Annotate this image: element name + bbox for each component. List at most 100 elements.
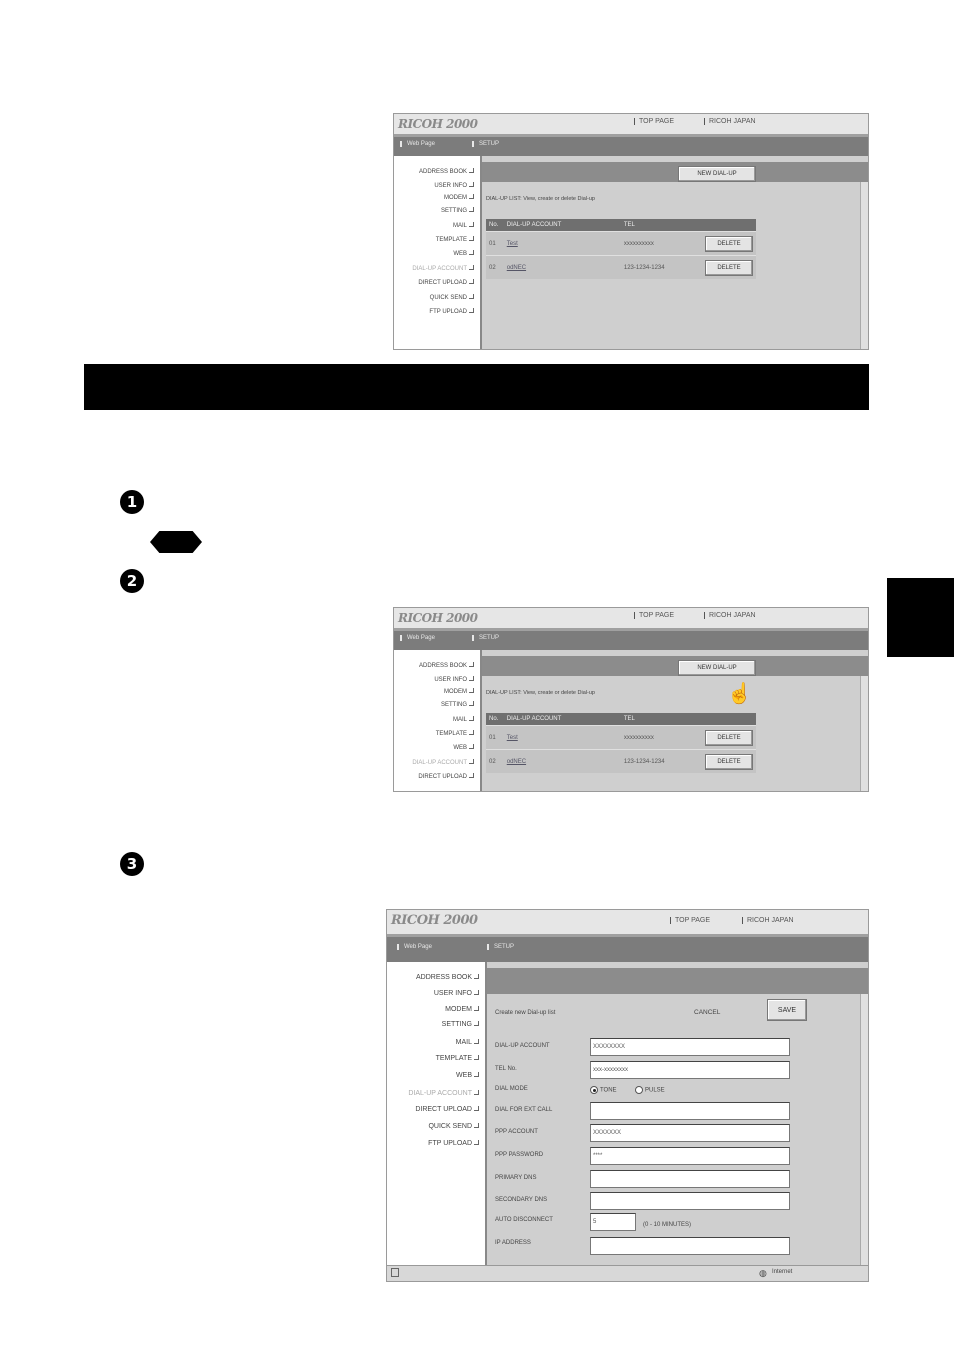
nav-setting[interactable]: SETTING (441, 207, 474, 214)
chapter-tab (887, 578, 954, 657)
content-header (482, 656, 868, 676)
nav-direct-upload[interactable]: DIRECT UPLOAD (418, 279, 474, 286)
top-page-link[interactable]: TOP PAGE (634, 612, 674, 619)
scrollbar[interactable] (860, 994, 868, 1266)
nav-template[interactable]: TEMPLATE (436, 236, 474, 243)
col-action (702, 713, 756, 726)
table-row: 01 Test xxxxxxxxxx DELETE (486, 231, 756, 256)
nav-quick-send[interactable]: QUICK SEND (428, 1123, 479, 1130)
nav-template[interactable]: TEMPLATE (436, 730, 474, 737)
ricoh-japan-link[interactable]: RICOH JAPAN (704, 612, 756, 619)
content-header (487, 968, 868, 994)
ricoh-japan-link[interactable]: RICOH JAPAN (742, 917, 794, 924)
form-description: Create new Dial-up list (495, 1010, 556, 1016)
tab-web-page[interactable]: Web Page (397, 944, 432, 950)
ppp-password-input[interactable]: **** (590, 1147, 790, 1165)
col-no: No. (486, 219, 504, 232)
table-row: 02 odNEC 123-1234-1234 DELETE (486, 749, 756, 773)
nav-address-book[interactable]: ADDRESS BOOK (419, 662, 474, 669)
top-page-link[interactable]: TOP PAGE (670, 917, 710, 924)
col-no: No. (486, 713, 504, 726)
nav-mail[interactable]: MAIL (453, 716, 474, 723)
dialup-table: No. DIAL-UP ACCOUNT TEL 01 Test xxxxxxxx… (486, 713, 756, 773)
delete-button[interactable]: DELETE (705, 259, 753, 276)
row-tel: xxxxxxxxxx (620, 231, 702, 256)
tabs-bar: Web Page SETUP (387, 934, 868, 962)
tel-no-input[interactable]: xxx-xxxxxxxx (590, 1061, 790, 1079)
nav-web[interactable]: WEB (453, 744, 474, 751)
tab-setup[interactable]: SETUP (472, 635, 499, 641)
nav-user-info[interactable]: USER INFO (434, 182, 474, 189)
nav-template[interactable]: TEMPLATE (436, 1055, 479, 1062)
dial-ext-call-input[interactable] (590, 1102, 790, 1120)
nav-address-book[interactable]: ADDRESS BOOK (419, 168, 474, 175)
label-tel-no: TEL No. (495, 1066, 517, 1072)
scrollbar[interactable] (860, 676, 868, 791)
step-number-1: 1 (120, 490, 144, 514)
row-account-link[interactable]: Test (503, 725, 621, 750)
nav-mail[interactable]: MAIL (453, 222, 474, 229)
nav-setting[interactable]: SETTING (441, 701, 474, 708)
ip-address-input[interactable] (590, 1237, 790, 1255)
tab-web-page[interactable]: Web Page (400, 635, 435, 641)
delete-button[interactable]: DELETE (705, 753, 753, 770)
save-button[interactable]: SAVE (767, 999, 807, 1021)
nav-mail[interactable]: MAIL (456, 1039, 479, 1046)
nav-modem[interactable]: MODEM (444, 688, 474, 695)
nav-address-book[interactable]: ADDRESS BOOK (416, 974, 479, 981)
scrollbar[interactable] (860, 182, 868, 349)
tabs-bar: Web Page SETUP (394, 134, 868, 156)
label-dial-mode: DIAL MODE (495, 1086, 528, 1092)
tab-setup[interactable]: SETUP (472, 141, 499, 147)
nav-web[interactable]: WEB (456, 1072, 479, 1079)
delete-button[interactable]: DELETE (705, 235, 753, 252)
nav-user-info[interactable]: USER INFO (434, 676, 474, 683)
content-area: NEW DIAL-UP DIAL-UP LIST: View, create o… (480, 156, 868, 349)
top-page-link[interactable]: TOP PAGE (634, 118, 674, 125)
nav-web[interactable]: WEB (453, 250, 474, 257)
tone-label: TONE (600, 1087, 617, 1094)
nav-dialup-account[interactable]: DIAL-UP ACCOUNT (412, 759, 474, 766)
new-dialup-button[interactable]: NEW DIAL-UP (678, 660, 756, 676)
cancel-link[interactable]: CANCEL (694, 1009, 720, 1016)
app-logo: RICOH 2000 (391, 913, 478, 928)
row-account-link[interactable]: Test (503, 231, 621, 256)
new-dialup-button[interactable]: NEW DIAL-UP (678, 166, 756, 182)
step-number-3: 3 (120, 852, 144, 876)
nav-user-info[interactable]: USER INFO (434, 990, 479, 997)
radio-pulse[interactable] (635, 1086, 643, 1094)
row-account-link[interactable]: odNEC (503, 749, 621, 773)
nav-direct-upload[interactable]: DIRECT UPLOAD (418, 773, 474, 780)
hand-pointer-icon: ☝ (727, 683, 752, 705)
radio-tone[interactable] (590, 1086, 598, 1094)
row-account-link[interactable]: odNEC (503, 255, 621, 279)
dial-mode-pulse-option[interactable]: PULSE (635, 1086, 665, 1094)
auto-disconnect-hint: (0 - 10 MINUTES) (643, 1222, 692, 1228)
list-description: DIAL-UP LIST: View, create or delete Dia… (486, 690, 595, 696)
auto-disconnect-input[interactable]: 5 (590, 1213, 636, 1231)
tab-setup[interactable]: SETUP (487, 944, 514, 950)
nav-direct-upload[interactable]: DIRECT UPLOAD (415, 1106, 479, 1113)
col-account: DIAL-UP ACCOUNT (503, 713, 621, 726)
ppp-account-input[interactable]: XXXXXXX (590, 1124, 790, 1142)
row-no: 02 (486, 255, 504, 279)
ricoh-japan-link[interactable]: RICOH JAPAN (704, 118, 756, 125)
delete-button[interactable]: DELETE (705, 729, 753, 746)
content-header (482, 162, 868, 182)
dialup-account-input[interactable]: XXXXXXXX (590, 1038, 790, 1056)
col-tel: TEL (620, 713, 702, 726)
primary-dns-input[interactable] (590, 1170, 790, 1188)
secondary-dns-input[interactable] (590, 1192, 790, 1210)
nav-quick-send[interactable]: QUICK SEND (430, 294, 474, 301)
nav-dialup-account[interactable]: DIAL-UP ACCOUNT (412, 265, 474, 272)
nav-dialup-account[interactable]: DIAL-UP ACCOUNT (408, 1090, 479, 1097)
section-header-bar (84, 364, 869, 410)
nav-modem[interactable]: MODEM (445, 1006, 479, 1013)
nav-modem[interactable]: MODEM (444, 194, 474, 201)
nav-ftp-upload[interactable]: FTP UPLOAD (428, 1140, 479, 1147)
dial-mode-tone-option[interactable]: TONE (590, 1086, 617, 1094)
tab-web-page[interactable]: Web Page (400, 141, 435, 147)
nav-setting[interactable]: SETTING (442, 1021, 479, 1028)
tabs-bar: Web Page SETUP (394, 628, 868, 650)
nav-ftp-upload[interactable]: FTP UPLOAD (429, 308, 474, 315)
